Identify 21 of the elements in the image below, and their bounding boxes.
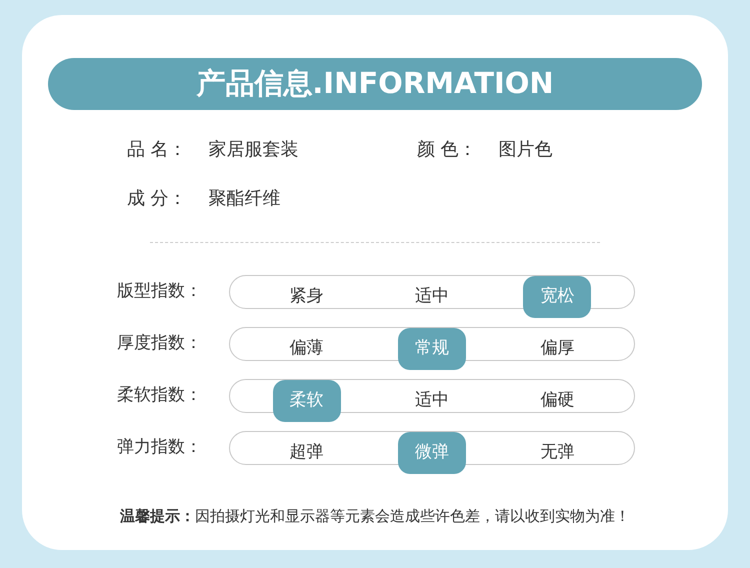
notice-title: 温馨提示： (120, 506, 195, 527)
index-label: 弹力指数： (116, 436, 203, 460)
index-label: 厚度指数： (116, 332, 203, 356)
scale-option[interactable]: 适中 (406, 284, 457, 310)
scale-option[interactable]: 偏硬 (532, 388, 582, 414)
info-label: 品 名： (127, 138, 187, 162)
index-label: 柔软指数： (116, 384, 203, 408)
scale-option[interactable]: 超弹 (282, 440, 332, 466)
scale-option[interactable]: 无弹 (532, 440, 582, 466)
info-label: 成 分： (127, 187, 187, 211)
index-label: 版型指数： (116, 280, 203, 304)
scale-option[interactable]: 适中 (406, 388, 457, 414)
info-value: 图片色 (498, 138, 553, 162)
scale-option[interactable]: 偏厚 (532, 336, 582, 362)
info-label: 颜 色： (417, 138, 477, 162)
notice-text: 因拍摄灯光和显示器等元素会造成些许色差，请以收到实物为准！ (195, 506, 630, 527)
scale-option[interactable]: 紧身 (282, 284, 332, 310)
info-value: 家居服套装 (208, 138, 299, 162)
section-title: 产品信息.INFORMATION (196, 65, 554, 102)
info-value: 聚酯纤维 (208, 187, 281, 211)
scale-option[interactable]: 偏薄 (282, 336, 332, 362)
